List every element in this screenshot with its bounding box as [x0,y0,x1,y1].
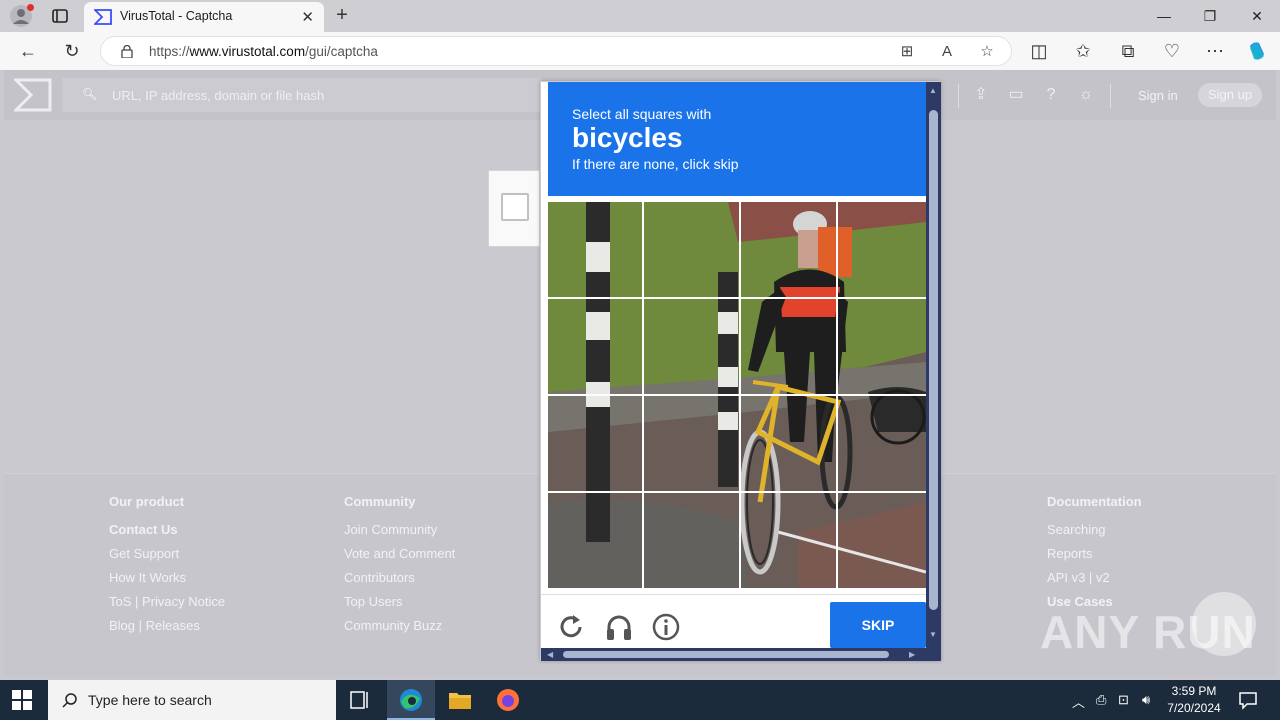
windows-start-icon[interactable] [12,690,32,710]
captcha-instruction-line1: Select all squares with [572,106,712,122]
read-aloud-icon[interactable]: A [937,42,957,62]
minimize-icon[interactable]: — [1141,4,1187,28]
new-tab-icon[interactable]: + [332,4,352,27]
footer-link[interactable]: How It Works [109,570,225,587]
help-icon[interactable]: ? [1040,84,1062,106]
collections-icon[interactable]: ⧉ [1117,40,1139,62]
footer-link[interactable]: Contributors [344,570,455,587]
back-icon[interactable]: ← [17,40,39,62]
lock-icon[interactable] [121,45,133,58]
header-separator [958,84,959,108]
watermark-badge [1192,592,1256,656]
taskbar-search-placeholder: Type here to search [88,692,212,708]
captcha-image [548,202,926,588]
navigation-bar: ← ↻ https://www.virustotal.com/gui/captc… [0,32,1280,70]
clock-date: 7/20/2024 [1167,701,1221,715]
vertical-scroll-thumb[interactable] [929,110,938,610]
more-options-icon[interactable]: ⋯ [1204,40,1226,62]
app-available-icon[interactable]: ⊞ [897,42,917,62]
chat-icon[interactable]: ▭ [1005,84,1027,106]
footer-link[interactable]: API v3 | v2 [1047,570,1142,587]
footer-link[interactable]: Vote and Comment [344,546,455,563]
tab-strip: VirusTotal - Captcha ✕ + — ❐ ✕ [0,0,1280,32]
sign-up-button[interactable]: Sign up [1198,83,1262,107]
tab-virustotal[interactable]: VirusTotal - Captcha ✕ [84,2,324,32]
footer-link[interactable]: Contact Us [109,522,225,539]
virustotal-logo-icon[interactable] [14,78,52,112]
theme-icon[interactable]: ☼ [1075,84,1097,106]
vertical-scrollbar[interactable]: ▲ ▼ [926,82,941,648]
footer-link[interactable]: ToS | Privacy Notice [109,594,225,611]
captcha-instructions: Select all squares with bicycles If ther… [548,82,926,196]
footer-link[interactable]: Top Users [344,594,455,611]
info-icon[interactable] [651,612,681,642]
recaptcha-anchor [488,170,540,247]
close-tab-icon[interactable]: ✕ [301,8,314,26]
copilot-icon[interactable] [1246,40,1268,62]
edge-taskbar-icon[interactable] [387,680,435,720]
footer-column-our-product: Our product Contact Us Get Support How I… [109,494,225,642]
notifications-icon[interactable] [1238,690,1258,710]
search-placeholder: URL, IP address, domain or file hash [112,88,325,103]
captcha-instruction-line3: If there are none, click skip [572,156,739,172]
show-hidden-icons[interactable]: ︿ [1072,692,1085,711]
captcha-divider [541,594,929,595]
footer-heading: Our product [109,494,185,509]
device-icon[interactable]: ⎙ [1096,692,1106,708]
volume-icon[interactable]: 🔊︎ [1142,692,1150,708]
refresh-icon[interactable]: ↻ [61,40,83,62]
scroll-right-icon[interactable]: ▶ [909,650,915,659]
maximize-icon[interactable]: ❐ [1187,4,1233,28]
horizontal-scrollbar[interactable]: ◀ ▶ [541,648,941,661]
footer-link[interactable]: Blog | Releases [109,618,225,635]
header-separator [1110,84,1111,108]
footer-column-community: Community Join Community Vote and Commen… [344,494,455,642]
footer-link[interactable]: Get Support [109,546,225,563]
taskbar: Type here to search ︿ ⎙ ⊡ 🔊︎ 3:59 PM 7/2… [0,680,1280,720]
scroll-up-icon[interactable]: ▲ [929,86,937,95]
sign-in-link[interactable]: Sign in [1138,88,1178,103]
skip-button[interactable]: SKIP [830,602,926,648]
search-icon [62,693,77,708]
footer-link[interactable]: Join Community [344,522,455,539]
footer-link[interactable]: Reports [1047,546,1142,563]
virustotal-favicon-icon [94,9,112,25]
captcha-image-grid [548,202,926,588]
task-view-icon[interactable] [336,680,384,720]
browser-essentials-icon[interactable]: ♡ [1161,40,1183,62]
split-screen-icon[interactable]: ◫ [1028,40,1050,62]
tab-title: VirusTotal - Captcha [120,9,233,23]
close-window-icon[interactable]: ✕ [1234,4,1280,28]
address-bar[interactable]: https://www.virustotal.com/gui/captcha ⊞… [100,36,1012,66]
horizontal-scroll-thumb[interactable] [563,651,889,658]
upload-icon[interactable]: ⇪ [970,84,992,106]
tab-actions-icon[interactable] [50,6,70,26]
footer-heading: Community [344,494,416,509]
taskbar-search[interactable]: Type here to search [48,680,336,720]
notification-dot [27,4,34,11]
search-icon: 🔍︎ [82,87,98,101]
firefox-icon[interactable] [484,680,532,720]
file-explorer-icon[interactable] [436,680,484,720]
network-icon[interactable]: ⊡ [1118,692,1129,708]
scroll-left-icon[interactable]: ◀ [547,650,553,659]
audio-icon[interactable] [604,612,634,642]
reload-icon[interactable] [556,612,586,642]
footer-link[interactable]: Community Buzz [344,618,455,635]
url-text[interactable]: https://www.virustotal.com/gui/captcha [149,44,378,59]
footer-link[interactable]: Searching [1047,522,1142,539]
recaptcha-checkbox[interactable] [501,193,529,221]
footer-heading: Documentation [1047,494,1142,509]
clock-time: 3:59 PM [1171,684,1217,698]
clock[interactable]: 3:59 PM 7/20/2024 [1164,683,1224,717]
captcha-challenge: Select all squares with bicycles If ther… [540,81,941,661]
favorite-star-icon[interactable]: ☆ [977,42,997,62]
captcha-target-word: bicycles [572,122,683,153]
scroll-down-icon[interactable]: ▼ [929,630,937,639]
footer-column-documentation: Documentation Searching Reports API v3 |… [1047,494,1142,618]
favorites-icon[interactable]: ✩ [1072,40,1094,62]
search-input[interactable]: 🔍︎ URL, IP address, domain or file hash [62,78,542,112]
